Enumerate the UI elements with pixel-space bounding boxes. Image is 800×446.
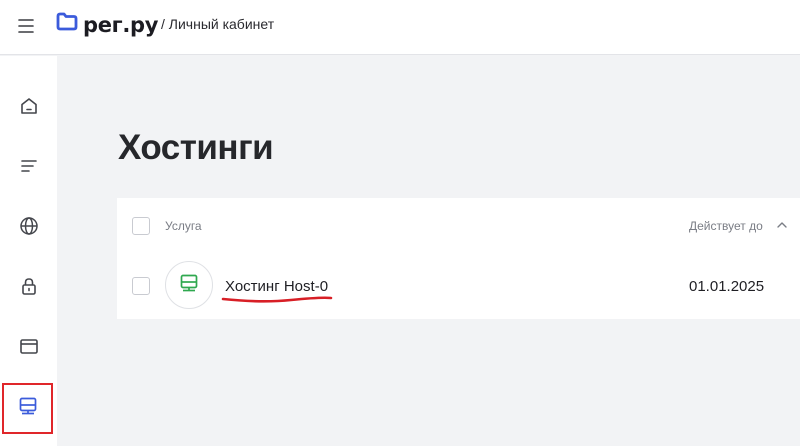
globe-icon bbox=[18, 215, 40, 242]
browser-window-icon bbox=[18, 335, 40, 362]
red-underline-annotation bbox=[221, 296, 333, 303]
services-table: Услуга Действует до Хостинг Host-0 01.01… bbox=[117, 198, 800, 319]
sidebar-item-services[interactable] bbox=[9, 148, 49, 188]
server-icon bbox=[17, 395, 39, 422]
lock-icon bbox=[18, 275, 40, 302]
row-checkbox[interactable] bbox=[132, 277, 150, 295]
home-icon bbox=[18, 95, 40, 122]
top-bar: рег.ру / Личный кабинет bbox=[0, 0, 800, 55]
page-title: Хостинги bbox=[118, 128, 274, 167]
sidebar-item-ssl[interactable] bbox=[9, 268, 49, 308]
sidebar bbox=[0, 56, 57, 446]
sidebar-item-home[interactable] bbox=[9, 88, 49, 128]
service-icon-badge bbox=[165, 261, 213, 309]
folder-logo-icon bbox=[56, 12, 78, 37]
list-icon bbox=[18, 155, 40, 182]
breadcrumb[interactable]: / Личный кабинет bbox=[161, 16, 274, 32]
sidebar-item-sites[interactable] bbox=[9, 328, 49, 368]
chevron-up-icon[interactable] bbox=[776, 218, 788, 230]
column-header-service: Услуга bbox=[165, 219, 202, 233]
sidebar-item-domains[interactable] bbox=[9, 208, 49, 248]
select-all-checkbox[interactable] bbox=[132, 217, 150, 235]
column-header-valid-until[interactable]: Действует до bbox=[689, 219, 763, 233]
server-icon bbox=[178, 272, 200, 299]
valid-until-date: 01.01.2025 bbox=[689, 278, 765, 295]
menu-icon[interactable] bbox=[17, 16, 37, 36]
logo-text: рег.ру bbox=[83, 12, 159, 37]
sidebar-item-hosting[interactable] bbox=[2, 383, 53, 434]
logo[interactable]: рег.ру bbox=[56, 12, 158, 37]
